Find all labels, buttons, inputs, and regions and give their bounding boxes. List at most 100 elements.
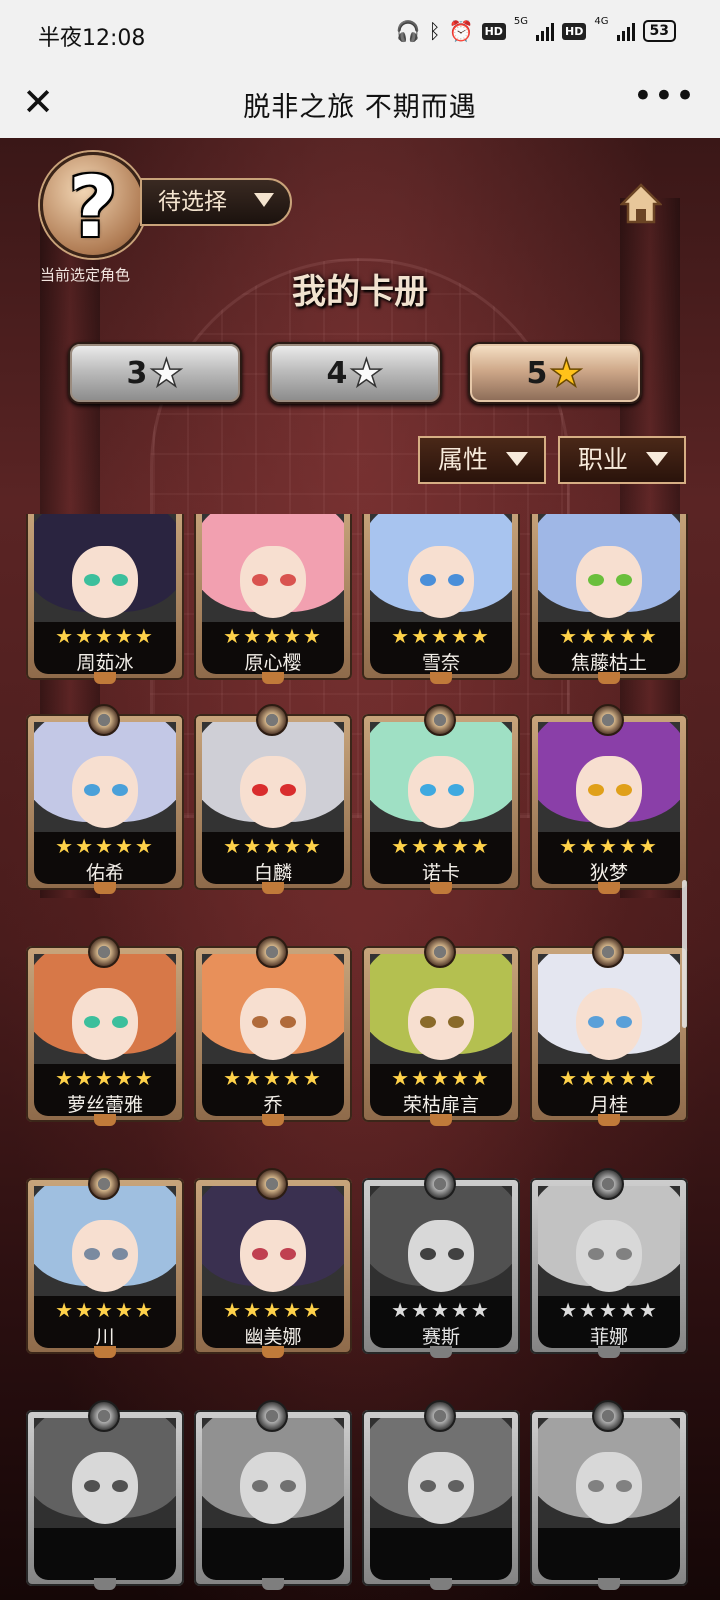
character-portrait xyxy=(538,722,680,832)
element-gem-icon xyxy=(256,936,288,968)
card-nameplate: ★★★★★ 原心樱 xyxy=(202,622,344,674)
card-ribbon xyxy=(598,672,620,684)
element-gem-icon xyxy=(88,1400,120,1432)
card-nameplate: ★★★★★ 雪奈 xyxy=(370,622,512,674)
element-gem-icon xyxy=(424,1168,456,1200)
element-gem-icon xyxy=(88,1168,120,1200)
card-nameplate: ★★★★★ 诺卡 xyxy=(370,832,512,884)
scrollbar[interactable] xyxy=(682,880,687,1028)
tab-label: 5 xyxy=(526,355,548,391)
character-card[interactable] xyxy=(362,1400,520,1590)
character-portrait xyxy=(202,722,344,832)
chevron-down-icon xyxy=(646,452,668,466)
character-card[interactable]: ★★★★★ 佑希 xyxy=(26,704,184,894)
card-name: 荣枯扉言 xyxy=(402,1094,479,1116)
card-name: 川 xyxy=(95,1326,115,1348)
character-portrait xyxy=(202,1186,344,1296)
tab-label: 3 xyxy=(126,355,148,391)
star-icon: ★ xyxy=(149,351,185,395)
character-card[interactable]: ★★★★★ 荣枯扉言 xyxy=(362,936,520,1126)
more-icon[interactable]: ••• xyxy=(633,76,696,116)
card-ribbon xyxy=(430,1346,452,1358)
character-card[interactable]: ★★★★★ 诺卡 xyxy=(362,704,520,894)
card-nameplate xyxy=(370,1528,512,1580)
battery-icon: 53 xyxy=(642,20,676,42)
character-portrait xyxy=(34,514,176,622)
headphones-icon: 🎧 xyxy=(395,19,421,43)
character-card[interactable] xyxy=(26,1400,184,1590)
tab-3-star[interactable]: 3 ★ xyxy=(68,342,242,404)
card-ribbon xyxy=(262,882,284,894)
element-gem-icon xyxy=(592,936,624,968)
card-ribbon xyxy=(262,1114,284,1126)
current-role-avatar[interactable]: ? xyxy=(40,152,146,258)
character-portrait xyxy=(538,1186,680,1296)
card-ribbon xyxy=(94,672,116,684)
character-card[interactable]: ★★★★★ 周茹冰 xyxy=(26,514,184,684)
character-card[interactable] xyxy=(194,1400,352,1590)
network-type-4g: 4G xyxy=(594,16,609,27)
element-gem-icon xyxy=(88,936,120,968)
character-card[interactable]: ★★★★★ 雪奈 xyxy=(362,514,520,684)
attribute-filter-dropdown[interactable]: 属性 xyxy=(418,436,546,484)
element-gem-icon xyxy=(424,1400,456,1432)
card-ribbon xyxy=(598,1346,620,1358)
character-card[interactable]: ★★★★★ 焦藤枯土 xyxy=(530,514,688,684)
card-ribbon xyxy=(598,1114,620,1126)
character-card[interactable]: ★★★★★ 原心樱 xyxy=(194,514,352,684)
card-name: 雪奈 xyxy=(421,652,460,674)
card-ribbon xyxy=(262,672,284,684)
character-card[interactable]: ★★★★★ 白麟 xyxy=(194,704,352,894)
card-nameplate: ★★★★★ 荣枯扉言 xyxy=(370,1064,512,1116)
card-ribbon xyxy=(430,1114,452,1126)
character-card[interactable]: ★★★★★ 赛斯 xyxy=(362,1168,520,1358)
card-nameplate: ★★★★★ 焦藤枯土 xyxy=(538,622,680,674)
home-icon[interactable] xyxy=(620,182,662,226)
card-stars: ★★★★★ xyxy=(55,1298,155,1322)
card-ribbon xyxy=(598,882,620,894)
character-card[interactable]: ★★★★★ 幽美娜 xyxy=(194,1168,352,1358)
card-stars: ★★★★★ xyxy=(55,624,155,648)
character-card[interactable] xyxy=(530,1400,688,1590)
card-ribbon xyxy=(94,882,116,894)
element-gem-icon xyxy=(592,704,624,736)
card-ribbon xyxy=(598,1578,620,1590)
card-stars: ★★★★★ xyxy=(55,834,155,858)
hd-badge: HD xyxy=(481,22,506,40)
star-icon: ★ xyxy=(349,351,385,395)
element-gem-icon xyxy=(256,1400,288,1432)
network-type-5g: 5G xyxy=(513,16,529,27)
character-portrait xyxy=(370,1186,512,1296)
character-card[interactable]: ★★★★★ 川 xyxy=(26,1168,184,1358)
role-select-dropdown[interactable]: 待选择 xyxy=(140,178,292,226)
element-gem-icon xyxy=(424,936,456,968)
role-select-value: 待选择 xyxy=(158,189,227,215)
character-portrait xyxy=(370,722,512,832)
character-card[interactable]: ★★★★★ 萝丝蕾雅 xyxy=(26,936,184,1126)
character-card[interactable]: ★★★★★ 菲娜 xyxy=(530,1168,688,1358)
character-card[interactable]: ★★★★★ 乔 xyxy=(194,936,352,1126)
character-card[interactable]: ★★★★★ 月桂 xyxy=(530,936,688,1126)
character-portrait xyxy=(538,954,680,1064)
tab-5-star[interactable]: 5 ★ xyxy=(468,342,642,404)
card-stars: ★★★★★ xyxy=(55,1066,155,1090)
card-ribbon xyxy=(262,1578,284,1590)
card-stars: ★★★★★ xyxy=(559,1298,659,1322)
card-name: 菲娜 xyxy=(589,1326,628,1348)
card-ribbon xyxy=(94,1114,116,1126)
card-name: 幽美娜 xyxy=(244,1326,302,1348)
status-bar: 半夜12:08 🎧 ᛒ ⏰ HD 5G HD 4G 53 xyxy=(0,0,720,68)
tab-4-star[interactable]: 4 ★ xyxy=(268,342,442,404)
page-title: 我的卡册 xyxy=(292,272,428,312)
job-filter-dropdown[interactable]: 职业 xyxy=(558,436,686,484)
card-stars: ★★★★★ xyxy=(559,1066,659,1090)
character-portrait xyxy=(538,514,680,622)
card-nameplate xyxy=(538,1528,680,1580)
character-card[interactable]: ★★★★★ 狄梦 xyxy=(530,704,688,894)
card-ribbon xyxy=(430,882,452,894)
card-nameplate: ★★★★★ 白麟 xyxy=(202,832,344,884)
character-portrait xyxy=(34,722,176,832)
character-portrait xyxy=(202,954,344,1064)
card-nameplate: ★★★★★ 赛斯 xyxy=(370,1296,512,1348)
card-name: 诺卡 xyxy=(421,862,460,884)
